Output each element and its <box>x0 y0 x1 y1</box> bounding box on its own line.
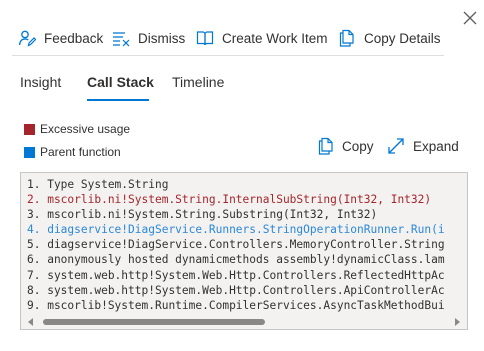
call-stack-line: 7. system.web.http!System.Web.Http.Contr… <box>27 268 445 282</box>
horizontal-scrollbar[interactable] <box>21 315 467 329</box>
scroll-left-icon[interactable] <box>28 318 33 326</box>
copy-button[interactable]: Copy <box>318 135 374 157</box>
feedback-button[interactable]: Feedback <box>18 24 103 52</box>
feedback-icon <box>18 30 36 47</box>
copy-details-button[interactable]: Copy Details <box>338 24 441 52</box>
create-work-item-button[interactable]: Create Work Item <box>196 24 328 52</box>
scrollbar-thumb[interactable] <box>43 319 265 325</box>
call-stack-list: 1. Type System.String 2. mscorlib.ni!Syst… <box>27 177 467 313</box>
tab-insight[interactable]: Insight <box>20 74 61 90</box>
legend-label: Excessive usage <box>40 122 131 136</box>
feedback-label: Feedback <box>44 30 104 46</box>
copy-label: Copy <box>342 138 374 154</box>
legend-excessive-usage: Excessive usage <box>24 122 130 136</box>
command-bar: Feedback Dismiss Create Work Item Copy D… <box>0 24 484 52</box>
call-stack-line: 4. diagservice!DiagService.Runners.Strin… <box>27 223 445 237</box>
copy-icon <box>318 137 333 155</box>
parent-function-swatch <box>24 146 35 158</box>
call-stack-line: 3. mscorlib.ni!System.String.Substring(I… <box>27 208 378 222</box>
call-stack-line: 6. anonymously hosted dynamicmethods ass… <box>27 253 445 267</box>
call-stack-line: 9. mscorlib!System.Runtime.CompilerServi… <box>27 298 445 312</box>
excessive-usage-swatch <box>24 123 35 135</box>
copy-icon <box>339 29 354 47</box>
tab-list: Insight Call Stack Timeline <box>0 74 484 104</box>
dismiss-icon <box>113 32 130 47</box>
call-stack-line: 5. diagservice!DiagService.Controllers.M… <box>27 238 445 252</box>
expand-icon <box>388 138 404 154</box>
call-stack-line: 2. mscorlib.ni!System.String.InternalSub… <box>27 193 432 207</box>
expand-button[interactable]: Expand <box>387 135 459 157</box>
dismiss-label: Dismiss <box>138 30 186 46</box>
call-stack-line: 8. system.web.http!System.Web.Http.Contr… <box>27 283 445 297</box>
scroll-right-icon[interactable] <box>455 318 460 326</box>
call-stack-panel[interactable]: 1. Type System.String 2. mscorlib.ni!Syst… <box>20 172 468 330</box>
active-tab-indicator <box>87 99 149 101</box>
legend-label: Parent function <box>40 145 121 159</box>
book-icon <box>196 31 214 46</box>
call-stack-line: 1. Type System.String <box>27 178 169 191</box>
create-work-item-label: Create Work Item <box>222 30 328 46</box>
legend-parent-function: Parent function <box>24 145 121 159</box>
copy-details-label: Copy Details <box>364 30 441 46</box>
dismiss-button[interactable]: Dismiss <box>112 24 185 52</box>
tab-call-stack[interactable]: Call Stack <box>87 74 154 90</box>
toolbar-divider <box>12 55 444 56</box>
tab-timeline[interactable]: Timeline <box>172 74 224 90</box>
expand-label: Expand <box>413 138 459 154</box>
